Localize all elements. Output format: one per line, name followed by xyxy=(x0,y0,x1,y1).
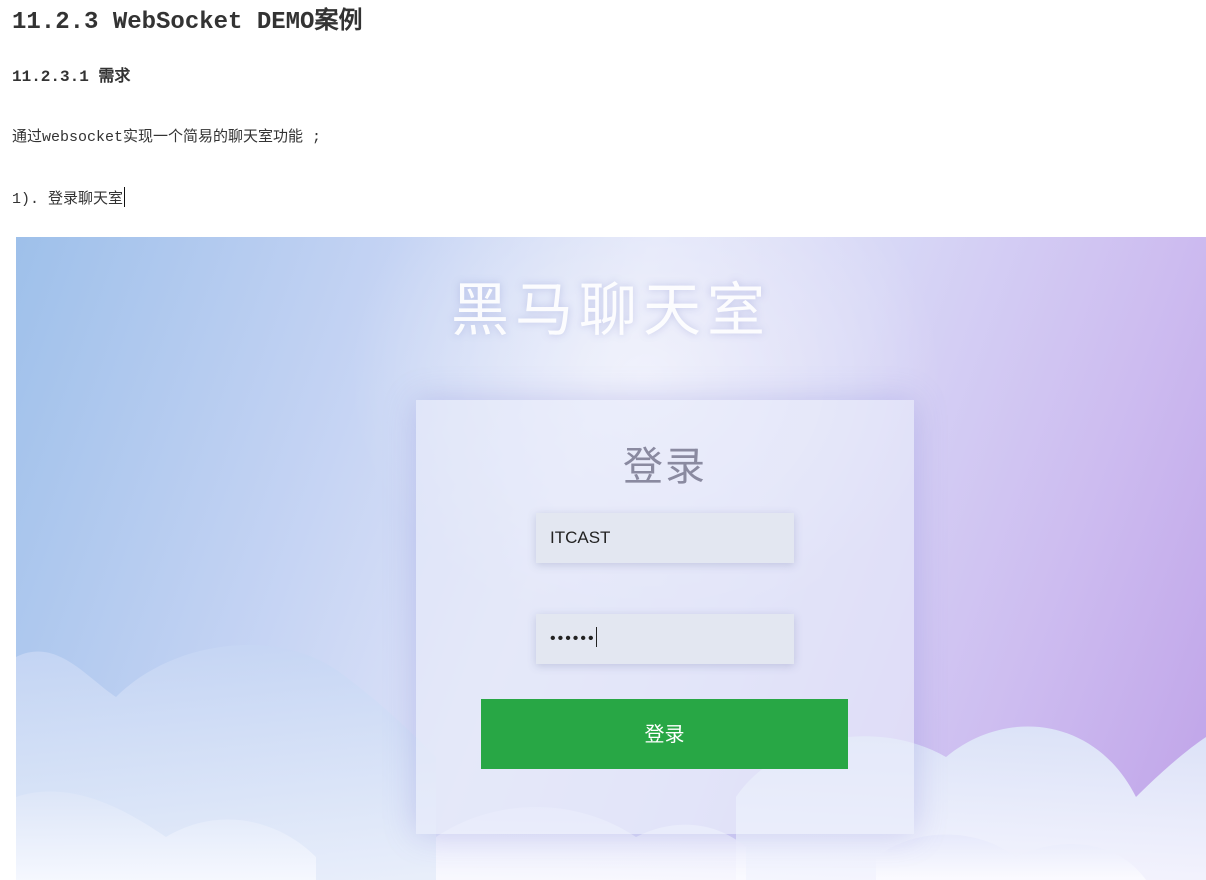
login-button[interactable]: 登录 xyxy=(481,699,848,769)
description-paragraph: 通过websocket实现一个简易的聊天室功能 ; xyxy=(12,129,322,146)
step-text: 1). 登录聊天室 xyxy=(12,191,124,208)
chat-login-screenshot: 黑马聊天室 登录 ITCAST •••••• 登录 xyxy=(16,237,1206,880)
chat-room-title: 黑马聊天室 xyxy=(450,276,771,344)
step-line[interactable]: 1). 登录聊天室 xyxy=(12,187,126,212)
section-heading: 11.2.3 WebSocket DEMO案例 xyxy=(12,9,363,36)
document-page: 11.2.3 WebSocket DEMO案例 11.2.3.1 需求 通过we… xyxy=(0,0,1206,880)
password-field[interactable]: •••••• xyxy=(536,614,794,664)
password-mask: •••••• xyxy=(550,630,596,647)
password-cursor xyxy=(595,627,597,647)
login-card: 登录 ITCAST •••••• 登录 xyxy=(416,400,914,834)
username-field[interactable]: ITCAST xyxy=(536,513,794,563)
subsection-heading: 11.2.3.1 需求 xyxy=(12,68,131,86)
text-cursor xyxy=(124,187,126,207)
login-title: 登录 xyxy=(623,444,707,490)
